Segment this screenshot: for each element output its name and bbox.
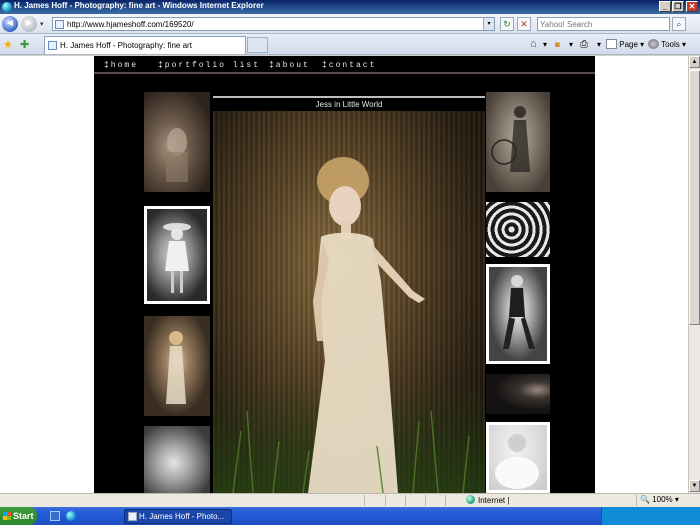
thumbnail-4[interactable] [144, 426, 210, 493]
address-dropdown-icon[interactable]: ▾ [483, 18, 494, 30]
ie-quicklaunch-icon[interactable] [66, 511, 76, 521]
minimize-button[interactable]: _ [659, 1, 671, 12]
thumbnail-2[interactable] [144, 206, 210, 304]
refresh-button[interactable]: ↻ [500, 17, 514, 31]
scroll-down-button[interactable]: ▼ [689, 480, 700, 492]
status-divider [364, 495, 365, 506]
thumbnail-5[interactable] [486, 92, 550, 192]
thumbnail-8[interactable] [486, 374, 550, 414]
search-input[interactable] [540, 19, 665, 29]
status-divider [636, 495, 637, 506]
tab-label: H. James Hoff - Photography: fine art [60, 41, 192, 50]
window-title-bar: H. James Hoff - Photography: fine art - … [0, 0, 700, 14]
print-dropdown-icon[interactable]: ▾ [597, 38, 601, 51]
taskbar-page-icon [128, 512, 137, 521]
photo-title: Jess in Little World [213, 96, 485, 111]
favorites-star-icon[interactable]: ★ [3, 38, 13, 51]
thumbnail-2-figure [163, 223, 191, 293]
status-divider [445, 495, 446, 506]
nav-contact-link[interactable]: ‡contact [322, 61, 376, 70]
scroll-thumb[interactable] [689, 70, 700, 325]
page-menu[interactable]: Page ▾ [606, 38, 644, 51]
taskbar: Start H. James Hoff - Photo... [0, 507, 700, 525]
gear-icon [648, 39, 659, 49]
nav-about-link[interactable]: ‡about [269, 61, 310, 70]
thumbnail-9-figure [495, 434, 539, 489]
new-tab-button[interactable] [247, 37, 268, 53]
page-viewport: ‡home ‡portfolio list ‡about ‡contact Je… [0, 56, 688, 493]
print-icon[interactable]: ⎙ [580, 38, 588, 51]
address-field[interactable]: http://www.hjameshoff.com/169520/ ▾ [52, 17, 495, 31]
page-icon [55, 20, 64, 29]
start-button[interactable]: Start [0, 507, 37, 525]
security-zone[interactable]: Internet | [466, 495, 509, 505]
thumbnail-7-figure [503, 275, 535, 349]
zoom-dropdown-icon: ▾ [674, 495, 679, 504]
start-label: Start [13, 511, 34, 521]
add-favorites-icon[interactable]: ✚ [20, 38, 29, 51]
thumbnail-6[interactable] [486, 202, 550, 257]
back-button[interactable]: ◄ [2, 16, 18, 32]
windows-logo-icon [3, 512, 11, 520]
feeds-icon[interactable]: ◙ [555, 38, 560, 51]
status-divider [425, 495, 426, 506]
thumbnail-1[interactable] [144, 92, 210, 192]
stop-button[interactable]: ✕ [517, 17, 531, 31]
search-icon[interactable]: ⌕ [672, 17, 686, 31]
page-menu-label: Page [619, 40, 638, 49]
taskbar-window-label: H. James Hoff - Photo... [139, 512, 225, 521]
main-photo-figure [232, 157, 470, 493]
zoom-level: 100% [652, 495, 673, 504]
zoom-icon: 🔍 [640, 495, 650, 504]
tools-menu-label: Tools [661, 40, 680, 49]
page-dropdown-icon: ▾ [640, 40, 645, 49]
tab-page-icon [48, 41, 57, 50]
tools-menu[interactable]: Tools ▾ [648, 38, 686, 51]
close-button[interactable]: ✕ [686, 1, 698, 12]
main-photo[interactable] [213, 111, 485, 493]
site-nav: ‡home ‡portfolio list ‡about ‡contact [94, 56, 595, 74]
thumbnail-1-figure [166, 128, 188, 182]
system-tray [601, 507, 700, 525]
nav-portfolio-list-link[interactable]: ‡portfolio list [158, 61, 260, 70]
status-divider [405, 495, 406, 506]
status-divider [385, 495, 386, 506]
url-text[interactable]: http://www.hjameshoff.com/169520/ [67, 20, 194, 29]
home-dropdown-icon[interactable]: ▾ [543, 38, 547, 51]
thumbnail-7[interactable] [486, 264, 550, 364]
vertical-scrollbar[interactable]: ▲ ▼ [688, 56, 700, 493]
tools-dropdown-icon: ▾ [682, 40, 687, 49]
restore-button[interactable]: ❐ [672, 1, 684, 12]
thumbnail-3[interactable] [144, 316, 210, 416]
ie-logo-icon [2, 2, 12, 12]
home-icon[interactable]: ⌂ [530, 38, 537, 51]
nav-home-link[interactable]: ‡home [104, 61, 138, 70]
tab-active[interactable]: H. James Hoff - Photography: fine art [44, 36, 246, 54]
address-toolbar: ◄ ► ▾ http://www.hjameshoff.com/169520/ … [0, 14, 700, 34]
history-dropdown-icon[interactable]: ▾ [40, 20, 44, 28]
page-icon [606, 39, 617, 49]
zone-label: Internet | [478, 496, 510, 505]
search-box[interactable] [537, 17, 670, 31]
taskbar-window-button[interactable]: H. James Hoff - Photo... [124, 509, 232, 524]
thumbnail-5-figure [491, 106, 530, 172]
scroll-up-button[interactable]: ▲ [689, 56, 700, 68]
window-title: H. James Hoff - Photography: fine art - … [14, 1, 264, 10]
tab-row: ★ ✚ H. James Hoff - Photography: fine ar… [0, 34, 700, 55]
status-bar: Internet | 🔍 100% ▾ [0, 493, 700, 507]
feeds-dropdown-icon[interactable]: ▾ [569, 38, 573, 51]
thumbnail-3-figure [166, 331, 186, 404]
zoom-control[interactable]: 🔍 100% ▾ [640, 495, 679, 504]
show-desktop-icon[interactable] [50, 511, 60, 521]
forward-button[interactable]: ► [21, 16, 37, 32]
globe-icon [466, 495, 475, 504]
thumbnail-9[interactable] [486, 422, 550, 493]
